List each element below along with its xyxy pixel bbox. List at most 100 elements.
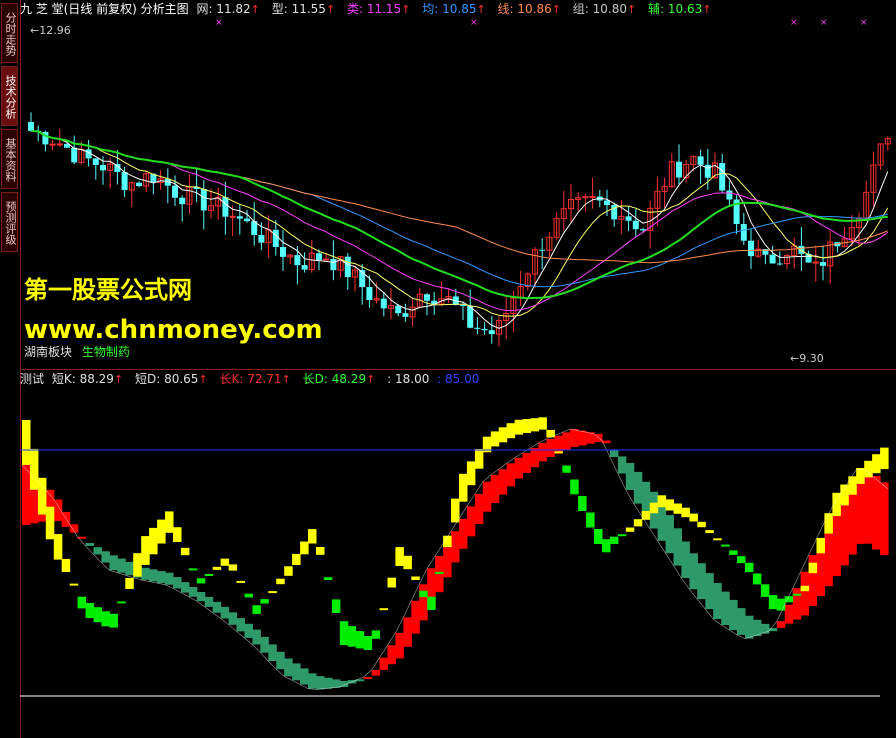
short-band-segment (165, 511, 174, 533)
short-band-segment (53, 534, 63, 560)
short-band-segment (729, 550, 738, 555)
short-band-segment (466, 461, 476, 486)
candle-body (740, 224, 747, 241)
short-band-segment (141, 536, 150, 565)
short-band-segment (800, 585, 810, 592)
long-band-segment (546, 439, 555, 457)
candle-body (719, 163, 726, 191)
candle-body (330, 258, 337, 271)
long-band-segment (188, 587, 198, 597)
long-band-segment (570, 429, 579, 448)
long-band-segment (474, 494, 484, 524)
candle-body (272, 229, 279, 247)
long-band-segment (538, 443, 547, 462)
long-band-segment (506, 463, 516, 487)
short-band-segment (284, 566, 293, 576)
short-band-segment (721, 544, 730, 547)
long-band-segment (244, 623, 253, 638)
short-band-segment (594, 529, 603, 544)
short-band-segment (149, 527, 158, 555)
short-band-segment (204, 574, 214, 576)
long-band-segment (522, 452, 531, 473)
short-band-segment (133, 553, 142, 577)
candle-body (625, 216, 632, 221)
long-band-segment (800, 571, 810, 616)
candle-body (121, 171, 128, 191)
short-band-segment (395, 547, 404, 566)
short-band-segment (474, 449, 484, 469)
long-band-segment (196, 592, 206, 602)
short-band-segment (61, 558, 71, 572)
short-band-segment (268, 591, 277, 594)
short-band-segment (180, 547, 190, 556)
short-band-segment (609, 536, 619, 544)
candle-body (697, 156, 704, 165)
long-band-segment (379, 657, 388, 670)
candle-body (200, 189, 207, 211)
short-band-segment (776, 598, 786, 611)
long-band-segment (737, 608, 746, 635)
short-band-segment (665, 499, 674, 511)
short-band-segment (101, 611, 110, 627)
short-band-segment (538, 417, 547, 430)
long-band-segment (721, 591, 730, 625)
candle-body (344, 256, 351, 278)
short-band-segment (308, 529, 317, 544)
long-band-segment (236, 618, 245, 632)
long-band-segment (331, 679, 341, 688)
long-band-segment (212, 601, 222, 613)
short-band-segment (85, 603, 95, 618)
long-band-segment (308, 673, 317, 689)
long-band-segment (157, 571, 166, 584)
short-band-segment (331, 599, 341, 613)
short-band-segment (848, 476, 857, 495)
short-band-segment (355, 631, 365, 649)
long-band-segment (93, 547, 102, 555)
short-band-segment (260, 599, 269, 604)
long-band-segment (514, 457, 524, 479)
short-band-segment (768, 595, 778, 610)
short-band-segment (37, 477, 47, 515)
short-band-segment (236, 580, 245, 583)
legend-long-k: 长K: 72.71↑ (219, 372, 291, 386)
short-band-segment (403, 555, 412, 570)
candle-body (236, 216, 243, 219)
candle-body (71, 147, 78, 163)
long-band-segment (443, 543, 452, 578)
short-band-segment (673, 503, 682, 514)
long-band-segment (395, 632, 404, 659)
short-band-segment (856, 468, 865, 484)
candle-body (589, 196, 596, 199)
short-band-segment (157, 519, 166, 544)
long-band-segment (792, 588, 802, 620)
long-band-segment (713, 583, 722, 619)
long-band-segment (252, 629, 261, 645)
stock-chart-window: 分时走势 技术分析 基本资料 预测评级 九 芝 堂(日线 前复权) 分析主图 网… (0, 0, 896, 738)
short-band-segment (570, 479, 579, 495)
indicator-chart (20, 417, 889, 697)
short-band-segment (339, 621, 349, 646)
candle-body (92, 158, 99, 165)
short-band-segment (196, 578, 206, 584)
long-band-segment (419, 584, 428, 621)
short-band-segment (29, 448, 39, 490)
short-band-segment (276, 578, 285, 585)
long-band-segment (633, 471, 643, 504)
candle-body (424, 294, 430, 301)
signal-marker: × (790, 18, 798, 28)
candle-body (179, 197, 186, 205)
short-band-segment (427, 596, 436, 610)
signal-marker: × (820, 18, 828, 28)
candle-body (539, 249, 546, 251)
short-band-segment (411, 576, 420, 580)
long-band-segment (403, 617, 412, 647)
long-band-segment (284, 658, 293, 677)
short-band-segment (490, 431, 500, 447)
short-band-segment (824, 513, 833, 534)
short-band-segment (586, 512, 595, 528)
candle-body (244, 218, 250, 222)
long-band-segment (872, 475, 881, 550)
candle-body (402, 313, 409, 317)
long-band-segment (641, 481, 651, 516)
long-band-segment (180, 582, 190, 593)
